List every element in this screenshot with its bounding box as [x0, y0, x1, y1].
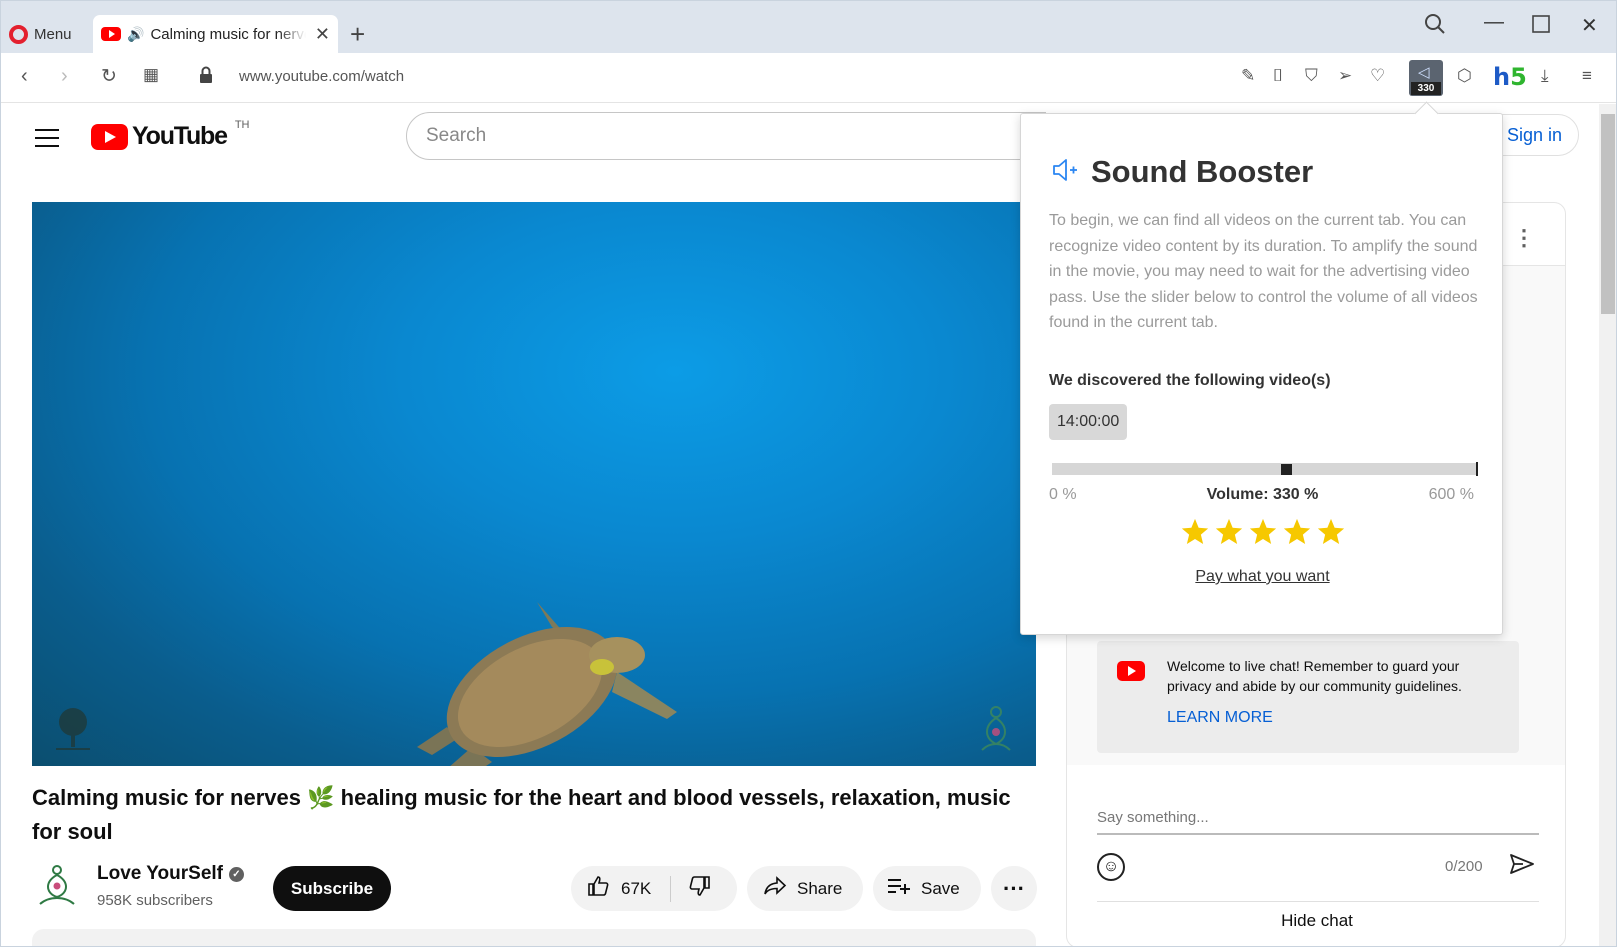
maximize-icon[interactable]: [1532, 15, 1550, 39]
volume-slider-handle[interactable]: [1281, 464, 1293, 475]
forward-icon[interactable]: ›: [61, 65, 68, 88]
youtube-play-icon: [91, 123, 128, 150]
share-label: Share: [797, 878, 843, 898]
speaker-icon[interactable]: 🔊: [127, 26, 144, 43]
page-scrollbar[interactable]: [1599, 104, 1616, 946]
channel-avatar[interactable]: [37, 863, 77, 907]
country-code: TH: [234, 118, 250, 131]
h5-h: h: [1493, 63, 1511, 91]
hide-chat-button[interactable]: Hide chat: [1067, 911, 1565, 931]
search-input[interactable]: Search: [406, 112, 1046, 160]
slider-max-label: 600 %: [1428, 486, 1474, 503]
save-label: Save: [921, 878, 960, 898]
star-icon[interactable]: [1180, 517, 1210, 547]
scrollbar-thumb[interactable]: [1601, 114, 1615, 314]
minimize-icon[interactable]: —: [1484, 11, 1504, 34]
video-title: Calming music for nerves 🌿 healing music…: [32, 781, 1032, 849]
opera-menu-button[interactable]: Menu: [9, 21, 72, 47]
slider-end-cap: [1476, 462, 1478, 476]
url-field[interactable]: www.youtube.com/watch: [239, 68, 404, 85]
channel-name-text: Love YourSelf: [97, 863, 223, 884]
speaker-glyph-icon: ◁: [1418, 64, 1430, 81]
share-arrow-icon: [763, 875, 787, 902]
emoji-icon[interactable]: ☺: [1097, 853, 1125, 881]
active-tab[interactable]: 🔊 Calming music for nerves ✕: [93, 15, 338, 53]
plus-icon[interactable]: +: [350, 19, 365, 50]
thumbs-down-icon[interactable]: [671, 875, 711, 903]
like-count: 67K: [621, 878, 652, 898]
youtube-favicon-icon: [101, 27, 121, 41]
share-button[interactable]: Share: [747, 866, 863, 911]
hamburger-menu-icon[interactable]: [35, 129, 59, 147]
send-icon[interactable]: ➢: [1338, 66, 1352, 86]
volume-slider[interactable]: [1052, 462, 1478, 476]
star-icon[interactable]: [1248, 517, 1278, 547]
send-message-icon[interactable]: [1509, 853, 1535, 881]
browser-window: Menu 🔊 Calming music for nerves ✕ + — ✕ …: [0, 0, 1617, 947]
vpn-icon[interactable]: ⛉: [1305, 66, 1318, 86]
h5-five: 5: [1510, 63, 1527, 91]
star-icon[interactable]: [1282, 517, 1312, 547]
popup-intro-text: To begin, we can find all videos on the …: [1049, 212, 1478, 331]
divider: [1097, 901, 1539, 902]
video-title-main: Calming music for nerves: [32, 785, 301, 810]
tab-title: Calming music for nerves: [150, 25, 307, 43]
more-actions-icon[interactable]: ···: [991, 866, 1037, 911]
lock-icon: [199, 66, 213, 90]
welcome-text: Welcome to live chat! Remember to guard …: [1167, 658, 1462, 694]
save-button[interactable]: Save: [873, 866, 981, 911]
address-bar: ‹ › ↻ ▦ www.youtube.com/watch ✎ ⌷ ⛉ ➢ ♡ …: [1, 53, 1616, 103]
search-icon[interactable]: [1424, 13, 1446, 41]
star-icon[interactable]: [1214, 517, 1244, 547]
settings-icon[interactable]: ≡: [1582, 66, 1592, 86]
like-dislike-group: 67K: [571, 866, 737, 911]
close-icon[interactable]: ✕: [315, 24, 330, 45]
subscriber-count: 958K subscribers: [97, 892, 213, 909]
download-icon[interactable]: ⤓: [1541, 66, 1549, 86]
verified-icon: ✓: [229, 866, 244, 882]
camera-icon[interactable]: ⌷: [1273, 66, 1283, 86]
video-duration-chip[interactable]: 14:00:00: [1049, 404, 1128, 440]
speaker-plus-icon: [1051, 156, 1079, 189]
star-icon[interactable]: [1316, 517, 1346, 547]
channel-name[interactable]: Love YourSelf ✓: [97, 863, 244, 885]
like-button[interactable]: 67K: [571, 875, 671, 903]
meditation-logo-icon: [981, 706, 1011, 751]
playlist-add-icon: [887, 877, 911, 901]
window-close-icon[interactable]: ✕: [1581, 13, 1598, 38]
video-player[interactable]: [32, 202, 1036, 766]
sea-turtle-image: [417, 602, 677, 766]
popup-header: Sound Booster: [1051, 154, 1313, 190]
popup-title: Sound Booster: [1091, 154, 1314, 189]
heart-icon[interactable]: ♡: [1370, 66, 1385, 86]
sound-booster-icon[interactable]: ◁ 330: [1409, 60, 1443, 96]
chat-input[interactable]: Say something...: [1097, 809, 1539, 835]
leaf-emoji: 🌿: [307, 785, 335, 810]
extension-badge: 330: [1411, 82, 1441, 95]
thumbs-up-icon: [587, 875, 609, 903]
tab-bar: Menu 🔊 Calming music for nerves ✕ + — ✕: [1, 1, 1616, 53]
subscribe-button[interactable]: Subscribe: [273, 866, 391, 911]
chat-menu-icon[interactable]: ⋮: [1513, 225, 1535, 251]
tree-logo-icon: [56, 708, 90, 750]
pay-what-you-want-link[interactable]: Pay what you want: [1021, 568, 1504, 586]
youtube-icon: [1117, 661, 1145, 681]
rating-stars[interactable]: [1021, 517, 1504, 547]
description-box[interactable]: [32, 929, 1036, 946]
char-counter: 0/200: [1445, 858, 1483, 875]
back-icon[interactable]: ‹: [21, 65, 28, 88]
opera-logo-icon: [9, 24, 28, 44]
sound-booster-popup: Sound Booster To begin, we can find all …: [1020, 113, 1503, 635]
cube-icon[interactable]: ⬡: [1457, 66, 1472, 86]
chat-welcome-banner: Welcome to live chat! Remember to guard …: [1097, 641, 1519, 753]
menu-label: Menu: [34, 25, 72, 43]
discovered-heading: We discovered the following video(s): [1049, 372, 1331, 389]
learn-more-link[interactable]: LEARN MORE: [1167, 709, 1273, 727]
youtube-logo[interactable]: YouTube TH: [91, 118, 250, 151]
reload-icon[interactable]: ↻: [101, 65, 117, 88]
youtube-wordmark: YouTube: [132, 122, 228, 150]
h5-extension-icon[interactable]: h5: [1493, 63, 1527, 91]
tabs-grid-icon[interactable]: ▦: [143, 65, 159, 85]
edit-icon[interactable]: ✎: [1241, 66, 1255, 86]
